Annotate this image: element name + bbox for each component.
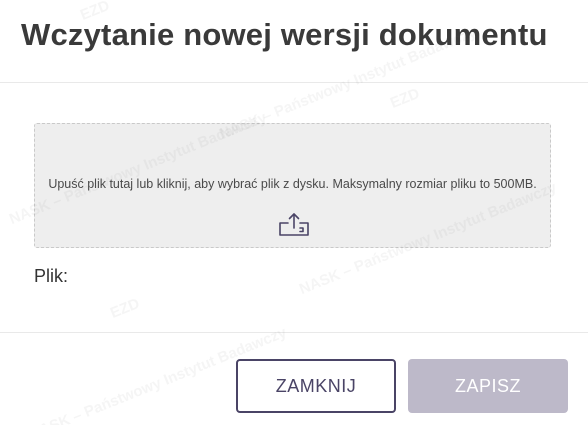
close-button[interactable]: ZAMKNIJ bbox=[236, 359, 396, 413]
upload-new-version-dialog: Wczytanie nowej wersji dokumentu Upuść p… bbox=[0, 0, 588, 425]
file-label: Plik: bbox=[34, 266, 69, 286]
dialog-footer: ZAMKNIJ ZAPISZ bbox=[0, 332, 588, 426]
watermark-brand: EZD bbox=[387, 84, 423, 113]
dialog-header: Wczytanie nowej wersji dokumentu bbox=[0, 0, 588, 83]
dialog-title: Wczytanie nowej wersji dokumentu bbox=[21, 17, 548, 52]
save-button[interactable]: ZAPISZ bbox=[408, 359, 568, 413]
dropzone-text: Upuść plik tutaj lub kliknij, aby wybrać… bbox=[48, 177, 537, 191]
file-dropzone[interactable]: Upuść plik tutaj lub kliknij, aby wybrać… bbox=[34, 123, 551, 248]
upload-icon bbox=[278, 211, 310, 239]
watermark-brand: EZD bbox=[107, 294, 143, 323]
